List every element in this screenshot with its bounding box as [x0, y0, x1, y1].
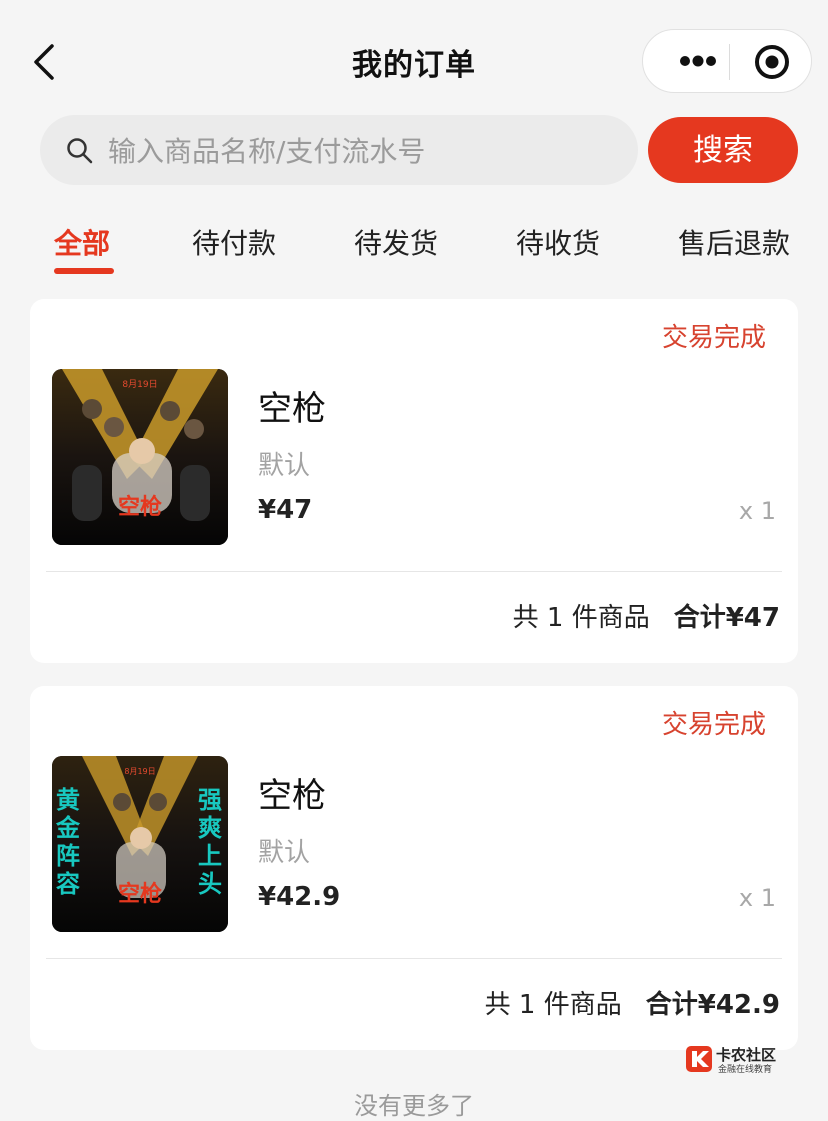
card-divider	[46, 958, 782, 959]
more-options-icon[interactable]	[665, 30, 731, 92]
order-card[interactable]: 交易完成 8月19日 空枪 空枪 默认 ¥47 x 1 共 1 件商品 合计¥4…	[30, 299, 798, 663]
order-card[interactable]: 交易完成 8月19日 空枪 黄金阵容 强爽上头 空枪 默认 ¥42.9 x 1	[30, 686, 798, 1050]
tab-all[interactable]: 全部	[54, 222, 110, 262]
product-quantity: x 1	[738, 884, 776, 912]
tab-pending-shipment[interactable]: 待发货	[354, 222, 438, 262]
product-price: ¥42.9	[258, 882, 341, 912]
search-button[interactable]: 搜索	[648, 117, 798, 183]
product-quantity: x 1	[738, 497, 776, 525]
product-price: ¥47	[258, 495, 313, 525]
search-bar	[40, 115, 638, 187]
order-total: 合计¥42.9	[645, 990, 780, 1020]
product-name[interactable]: 空枪	[258, 768, 326, 817]
search-icon	[67, 138, 93, 164]
order-tabs: 全部 待付款 待发货 待收货 售后退款	[0, 210, 828, 290]
order-summary: 共 1 件商品 合计¥42.9	[485, 984, 780, 1021]
poster-title: 空枪	[117, 495, 162, 520]
order-summary: 共 1 件商品 合计¥47	[513, 597, 780, 634]
tab-pending-payment[interactable]: 待付款	[192, 222, 276, 262]
tab-pending-receipt[interactable]: 待收货	[516, 222, 600, 262]
active-tab-indicator	[54, 268, 114, 274]
item-count: 共 1 件商品	[484, 990, 622, 1020]
watermark-subtitle: 金融在线教育	[718, 1065, 773, 1075]
order-status: 交易完成	[661, 710, 766, 740]
svg-text:8月19日: 8月19日	[124, 767, 155, 776]
item-count: 共 1 件商品	[512, 603, 650, 633]
mini-program-capsule	[642, 29, 812, 93]
no-more-text: 没有更多了	[354, 1092, 474, 1120]
order-total: 合计¥47	[673, 603, 780, 633]
card-divider	[46, 571, 782, 572]
close-mini-program-icon[interactable]	[753, 43, 791, 81]
kanong-logo-icon	[686, 1046, 712, 1072]
poster-left-slogan: 黄金阵容	[56, 786, 80, 898]
navigation-bar: 我的订单	[0, 0, 828, 120]
capsule-divider	[729, 44, 730, 80]
product-spec: 默认	[258, 838, 311, 868]
product-spec: 默认	[258, 451, 311, 481]
watermark: 卡农社区 金融在线教育	[684, 1044, 794, 1078]
search-input[interactable]	[106, 115, 610, 187]
order-status: 交易完成	[661, 323, 766, 353]
poster-right-slogan: 强爽上头	[198, 786, 222, 898]
tab-after-sales-refund[interactable]: 售后退款	[678, 222, 790, 262]
product-name[interactable]: 空枪	[258, 381, 326, 430]
svg-text:8月19日: 8月19日	[122, 379, 157, 390]
product-thumbnail[interactable]: 8月19日 空枪 黄金阵容 强爽上头	[52, 756, 228, 932]
product-thumbnail[interactable]: 8月19日 空枪	[52, 369, 228, 545]
